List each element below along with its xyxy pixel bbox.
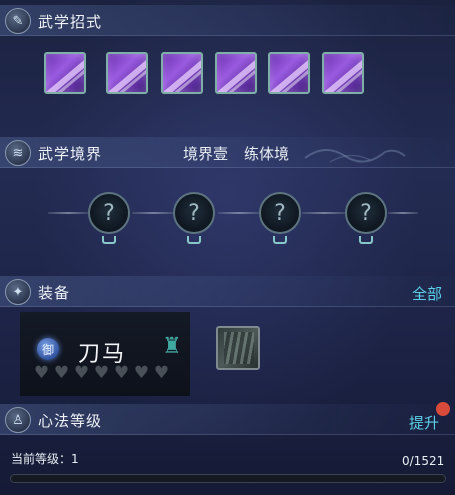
realm-node-1[interactable]: ? bbox=[88, 192, 130, 234]
equipment-card[interactable]: 御 刀马 ♜ ♥ ♥ ♥ ♥ ♥ ♥ ♥ bbox=[20, 312, 190, 396]
heart-method-section-title: 心法等级 bbox=[38, 412, 103, 430]
equip-all-link[interactable]: 全部 bbox=[412, 283, 442, 304]
realm-connector bbox=[388, 212, 418, 214]
level-progress-bar bbox=[10, 474, 446, 483]
heart-icon: ♥ bbox=[53, 363, 70, 383]
skill-slot-3[interactable] bbox=[161, 52, 203, 94]
swirl-question-icon: ? bbox=[103, 200, 115, 226]
realm-section-title: 武学境界 bbox=[38, 145, 103, 163]
moves-section-header: ✎ 武学招式 bbox=[0, 5, 455, 36]
realm-node-tab bbox=[187, 236, 201, 244]
heart-icon: ♥ bbox=[93, 363, 110, 383]
equipment-slot-cloak[interactable] bbox=[216, 326, 260, 370]
level-progress-text: 0/1521 bbox=[402, 454, 445, 468]
heart-icon: ♥ bbox=[153, 363, 170, 383]
realm-node-tab bbox=[359, 236, 373, 244]
swordsman-figure-icon: ♜ bbox=[162, 334, 182, 359]
heart-method-section-header: ♙ 心法等级 提升 bbox=[0, 404, 455, 435]
skill-slot-4[interactable] bbox=[215, 52, 257, 94]
skill-slot-1[interactable] bbox=[44, 52, 86, 94]
realm-node-tab bbox=[273, 236, 287, 244]
heart-icon: ♥ bbox=[113, 363, 130, 383]
skill-slot-6[interactable] bbox=[322, 52, 364, 94]
realm-node-tab bbox=[102, 236, 116, 244]
skill-slot-5[interactable] bbox=[268, 52, 310, 94]
realm-node-4[interactable]: ? bbox=[345, 192, 387, 234]
upgrade-link[interactable]: 提升 bbox=[409, 412, 439, 433]
heart-rating: ♥ ♥ ♥ ♥ ♥ ♥ ♥ bbox=[32, 364, 171, 382]
sword-icon: ✎ bbox=[5, 8, 31, 34]
heart-icon: ♥ bbox=[33, 363, 50, 383]
guard-badge: 御 bbox=[37, 338, 59, 360]
realm-connector bbox=[218, 212, 260, 214]
equip-section-header: ✦ 装备 全部 bbox=[0, 276, 455, 307]
realm-connector bbox=[48, 212, 88, 214]
realm-connector bbox=[132, 212, 174, 214]
realm-level-value: 练体境 bbox=[244, 145, 290, 163]
cloud-flourish-decoration bbox=[304, 149, 406, 163]
swirl-question-icon: ? bbox=[360, 200, 372, 226]
notification-dot bbox=[436, 402, 450, 416]
swirl-question-icon: ? bbox=[188, 200, 200, 226]
realm-connector bbox=[302, 212, 346, 214]
current-level-label: 当前等级：1 bbox=[11, 452, 79, 466]
swirl-icon: ≋ bbox=[5, 140, 31, 166]
realm-node-3[interactable]: ? bbox=[259, 192, 301, 234]
monk-icon: ♙ bbox=[5, 407, 31, 433]
equip-section-title: 装备 bbox=[38, 284, 71, 302]
realm-level-label: 境界壹 bbox=[183, 145, 229, 163]
heart-icon: ♥ bbox=[133, 363, 150, 383]
realm-node-2[interactable]: ? bbox=[173, 192, 215, 234]
heart-icon: ♥ bbox=[73, 363, 90, 383]
moves-section-title: 武学招式 bbox=[38, 13, 103, 31]
shield-emblem-icon: ✦ bbox=[5, 279, 31, 305]
swirl-question-icon: ? bbox=[274, 200, 286, 226]
skill-slot-2[interactable] bbox=[106, 52, 148, 94]
